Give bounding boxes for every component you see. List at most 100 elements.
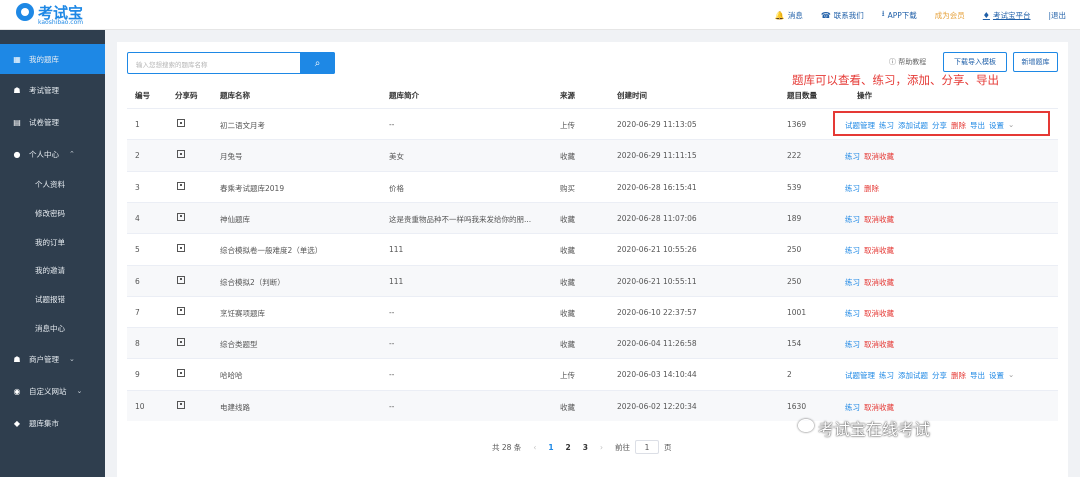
qr-code-icon[interactable] [177, 275, 185, 284]
cell-intro: 111 [389, 245, 404, 255]
exam-icon: ☗ [13, 85, 21, 95]
action-link[interactable]: 练习 [845, 339, 860, 350]
table-row[interactable]: 7 烹饪赛项题库 -- 收藏 2020-06-10 22:37:57 1001 练习 取消收藏 [127, 295, 1058, 327]
next-page-button[interactable]: › [600, 443, 603, 452]
sidebar-subitem-1[interactable]: 修改密码 [0, 199, 105, 227]
qr-code-icon[interactable] [177, 400, 185, 409]
action-link[interactable]: 取消收藏 [864, 151, 894, 162]
cell-created: 2020-06-28 11:07:06 [617, 213, 697, 223]
sidebar-item-1[interactable]: ☗ 考试管理 [0, 75, 105, 105]
action-link[interactable]: 分享 [932, 370, 947, 381]
top-bar: 考试宝 kaoshibao.com 🔔 消息 ☎ 联系我们 ⭳ APP下载 成为会员 ♦ 考试宝… [0, 0, 1080, 30]
table-row[interactable]: 5 综合模拟卷一般难度2（单选） 111 收藏 2020-06-21 10:55:26 2… [127, 233, 1058, 264]
table-row[interactable]: 2 月兔号 美女 收藏 2020-06-29 11:11:15 222 练习 取消收藏 [127, 139, 1058, 171]
cell-name: 初二语文月考 [220, 121, 265, 130]
qr-code-icon[interactable] [177, 150, 185, 159]
globe-icon: ◉ [13, 386, 21, 396]
sidebar-subitem-0[interactable]: 个人资料 [0, 170, 105, 198]
cell-created: 2020-06-10 22:37:57 [617, 307, 697, 317]
page-2[interactable]: 2 [566, 443, 571, 452]
action-link[interactable]: 取消收藏 [864, 308, 894, 319]
topnav-item-1[interactable]: ☎ 联系我们 [821, 10, 864, 21]
topnav-item-4[interactable]: ♦ 考试宝平台 [983, 10, 1031, 21]
topnav-item-2[interactable]: ⭳ APP下载 [882, 8, 917, 22]
row-actions: 练习 取消收藏 [845, 339, 894, 350]
qr-code-icon[interactable] [177, 244, 185, 253]
action-link[interactable]: 练习 [845, 277, 860, 288]
cell-source: 收藏 [560, 214, 575, 224]
prev-page-button[interactable]: ‹ [533, 443, 536, 452]
download-template-button[interactable]: 下载导入模板 [943, 52, 1007, 72]
cell-id: 9 [135, 370, 140, 380]
action-link[interactable]: 删除 [864, 183, 879, 194]
action-link[interactable]: 取消收藏 [864, 245, 894, 256]
sidebar-item-3[interactable]: ● 个人中心 ⌃ [0, 139, 105, 169]
action-link[interactable]: 取消收藏 [864, 214, 894, 225]
cell-source: 收藏 [560, 277, 575, 287]
action-link[interactable]: 练习 [879, 370, 894, 381]
sidebar-item-2[interactable]: ▤ 试卷管理 [0, 107, 105, 137]
qr-code-icon[interactable] [177, 306, 185, 315]
page-1[interactable]: 1 [548, 443, 553, 452]
cell-intro: -- [389, 307, 395, 317]
action-link[interactable]: 练习 [845, 183, 860, 194]
cell-id: 7 [135, 307, 140, 317]
qr-code-icon[interactable] [177, 212, 185, 221]
cell-name: 哈哈哈 [220, 371, 243, 381]
action-link[interactable]: 练习 [845, 308, 860, 319]
table-row[interactable]: 8 综合类题型 -- 收藏 2020-06-04 11:26:58 154 练习 取消收藏 [127, 327, 1058, 359]
cell-name: 综合模拟卷一般难度2（单选） [220, 246, 323, 256]
logo[interactable]: 考试宝 kaoshibao.com [16, 2, 106, 28]
action-link[interactable]: 取消收藏 [864, 277, 894, 288]
topnav-label: |退出 [1048, 10, 1066, 20]
sidebar-item-4[interactable]: ☗ 商户管理 ⌄ [0, 344, 105, 374]
annotation-text: 题库可以查看、练习，添加、分享、导出 [792, 73, 999, 87]
page-3[interactable]: 3 [583, 443, 588, 452]
action-link[interactable]: 练习 [845, 214, 860, 225]
sidebar-subitem-5[interactable]: 消息中心 [0, 314, 105, 342]
sidebar-item-0[interactable]: ▦ 我的题库 [0, 44, 105, 74]
sidebar-item-6[interactable]: ◆ 题库集市 [0, 408, 105, 438]
topnav-item-3[interactable]: 成为会员 [935, 10, 965, 21]
sidebar-item-label: 我的题库 [29, 54, 59, 64]
qr-code-icon[interactable] [177, 369, 185, 378]
action-link[interactable]: 练习 [845, 151, 860, 162]
topnav-item-0[interactable]: 🔔 消息 [775, 10, 803, 21]
help-link[interactable]: ⓘ 帮助教程 [889, 57, 926, 67]
new-bank-button[interactable]: 新增题库 [1013, 52, 1058, 72]
grid-icon: ▦ [13, 54, 21, 64]
qr-code-icon[interactable] [177, 338, 185, 347]
qr-code-icon[interactable] [177, 181, 185, 190]
search-button[interactable]: ⌕ [300, 52, 335, 74]
goto-input[interactable]: 1 [634, 440, 659, 454]
cell-id: 4 [135, 213, 140, 223]
logo-domain: kaoshibao.com [38, 19, 84, 26]
cell-count: 2 [787, 370, 792, 380]
chevron-down-icon[interactable]: ⌄ [1008, 370, 1014, 381]
cell-id: 2 [135, 151, 140, 161]
cell-intro: 这是贵重物品种不一样吗我来发给你的朋... [389, 214, 532, 224]
row-actions: 练习 取消收藏 [845, 245, 894, 256]
action-link[interactable]: 取消收藏 [864, 339, 894, 350]
sidebar-subitem-2[interactable]: 我的订单 [0, 228, 105, 256]
topnav-item-5[interactable]: |退出 [1048, 10, 1066, 21]
sidebar-subitem-3[interactable]: 我的邀请 [0, 256, 105, 284]
action-link[interactable]: 导出 [970, 370, 985, 381]
table-row[interactable]: 3 春乘考试题库2019 价格 购买 2020-06-28 16:15:41 539 练习删… [127, 170, 1058, 202]
action-link[interactable]: 练习 [845, 402, 860, 413]
qr-code-icon[interactable] [177, 119, 185, 127]
action-link[interactable]: 试题管理 [845, 370, 875, 381]
table-row[interactable]: 4 神仙题库 这是贵重物品种不一样吗我来发给你的朋... 收藏 2020-06-28 1… [127, 201, 1058, 234]
cell-count: 1369 [787, 120, 807, 129]
action-link[interactable]: 取消收藏 [864, 402, 894, 413]
sidebar-subitem-4[interactable]: 试题报错 [0, 285, 105, 313]
table-row[interactable]: 6 综合模拟2（判断） 111 收藏 2020-06-21 10:55:11 250 练习取… [127, 264, 1058, 296]
action-link[interactable]: 添加试题 [898, 370, 928, 381]
sidebar-item-5[interactable]: ◉ 自定义网站 ⌄ [0, 376, 105, 406]
action-link[interactable]: 练习 [845, 245, 860, 256]
action-link[interactable]: 设置 [989, 370, 1004, 381]
cell-count: 250 [787, 245, 802, 255]
user-icon: ● [13, 149, 21, 159]
table-row[interactable]: 9 哈哈哈 -- 上传 2020-06-03 14:10:44 2 试题管理 练习 添加试题 分享… [127, 358, 1058, 389]
action-link[interactable]: 删除 [951, 370, 966, 381]
